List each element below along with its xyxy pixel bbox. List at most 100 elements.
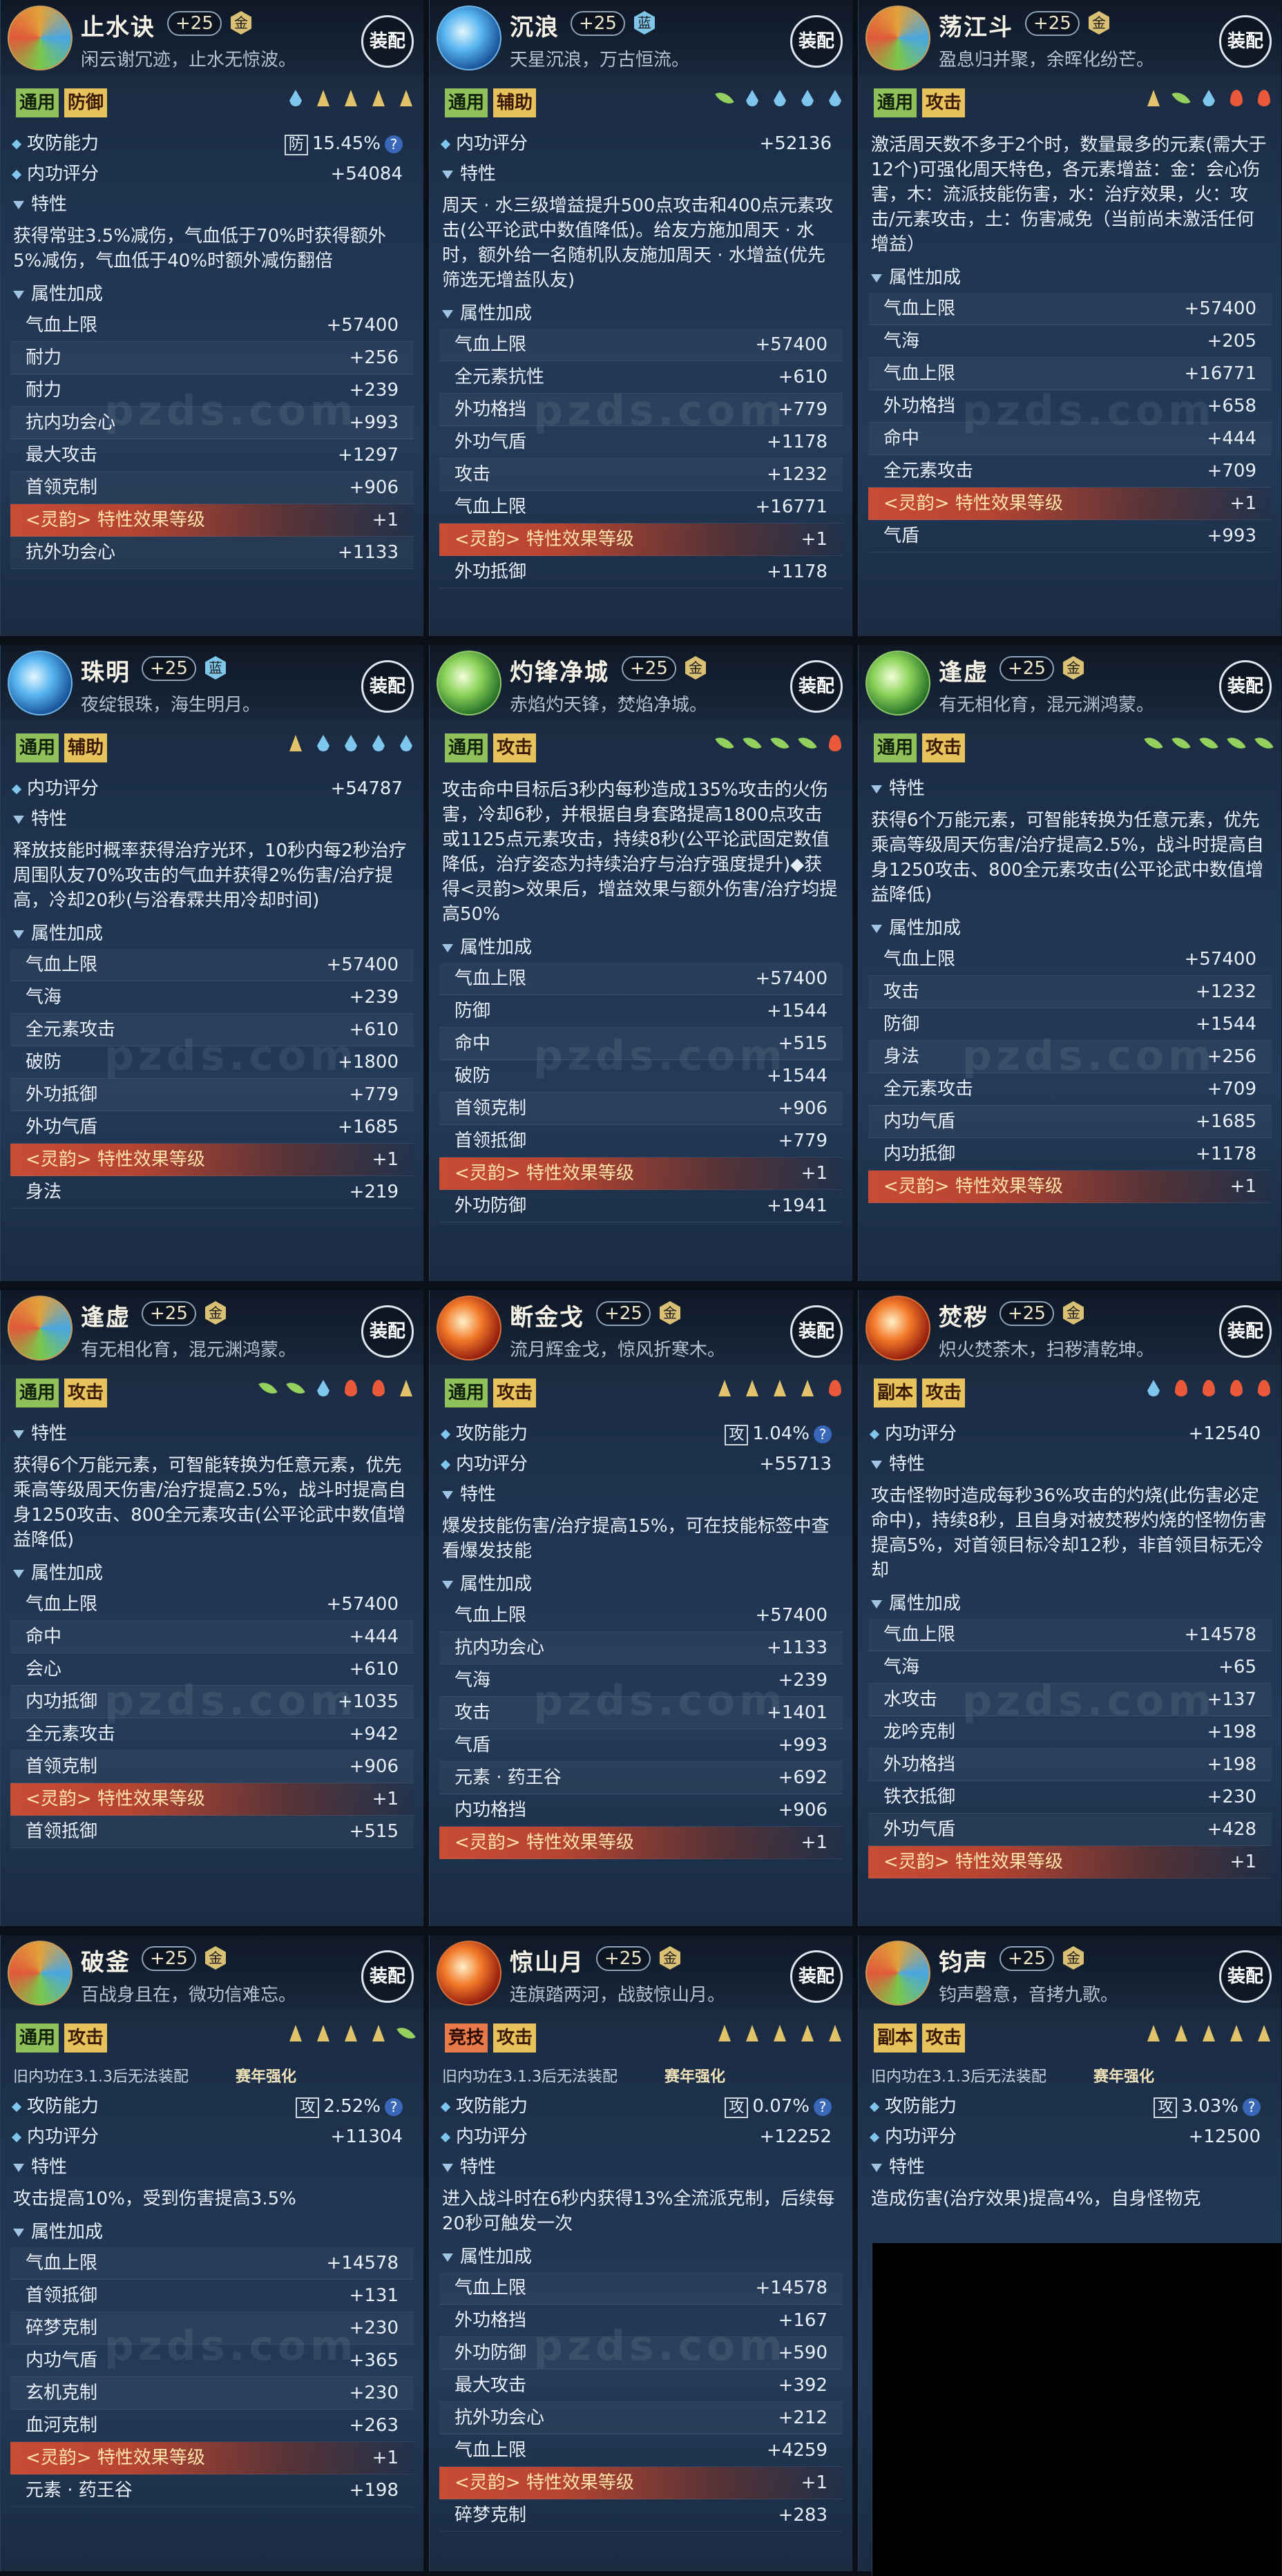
section-label: 内功评分: [885, 2126, 957, 2147]
section-row: 内功评分 +54084: [1, 159, 423, 189]
stat-value: +57400: [1184, 949, 1257, 970]
equip-button[interactable]: 装配: [790, 1950, 843, 2003]
section-value: +54787: [331, 773, 403, 804]
equip-button[interactable]: 装配: [361, 1305, 414, 1358]
level-badge: +25: [999, 1301, 1054, 1326]
section-label: 属性加成: [31, 284, 104, 305]
stat-name: 气血上限: [455, 334, 527, 355]
diamond-icon: [11, 2132, 22, 2142]
stat-value: +256: [349, 347, 399, 368]
tag-row: 竞技 攻击: [430, 2018, 852, 2057]
stat-name: 元素 · 药王谷: [455, 1767, 562, 1788]
stat-name: 外功抵御: [455, 561, 527, 582]
card-header: 灼锋净城 +25 金赤焰灼天锋，焚焰净城。 装配: [430, 645, 852, 720]
equip-button[interactable]: 装配: [1219, 660, 1272, 713]
skill-subtitle: 赤焰灼天锋，焚焰净城。: [510, 695, 708, 715]
stat-name: 气血上限: [883, 1624, 956, 1645]
help-icon[interactable]: ?: [385, 2098, 403, 2116]
grade-badge-icon: 金: [685, 656, 706, 680]
skill-card: 灼锋净城 +25 金赤焰灼天锋，焚焰净城。 装配 通用 攻击 攻击命中目标后3秒内每秒造成1…: [429, 645, 853, 1281]
section-value: +12252: [760, 2122, 832, 2152]
skill-emblem-icon: [437, 1296, 501, 1361]
help-icon[interactable]: ?: [814, 1425, 832, 1443]
skill-subtitle: 百战身且在，微功信难忘。: [81, 1985, 297, 2006]
equip-button[interactable]: 装配: [361, 660, 414, 713]
skill-emblem-icon: [437, 1941, 501, 2006]
stat-value: +1178: [767, 432, 827, 452]
equip-button[interactable]: 装配: [361, 1950, 414, 2003]
resonance-row: <灵韵> 特性效果等级 +1: [10, 504, 414, 537]
stat-value: +444: [349, 1626, 399, 1647]
collapse-arrow-icon: [442, 2253, 453, 2262]
collapse-arrow-icon: [442, 943, 453, 952]
stat-row: 元素 · 药王谷 +198: [10, 2474, 414, 2507]
stat-value: +779: [778, 1131, 827, 1151]
stat-name: 内功抵御: [883, 1144, 956, 1164]
equip-button[interactable]: 装配: [1219, 1950, 1272, 2003]
grade-badge-icon: 金: [1063, 1946, 1084, 1970]
equip-button[interactable]: 装配: [790, 660, 843, 713]
stat-value: +1: [1230, 1852, 1256, 1872]
section-row: 属性加成: [859, 913, 1281, 943]
stat-value: +1685: [1196, 1111, 1256, 1132]
stat-value: +1: [1230, 493, 1256, 514]
stat-row: 全元素攻击 +709: [868, 455, 1272, 488]
stat-value: +57400: [1184, 298, 1257, 319]
stat-row: 命中 +444: [10, 1621, 414, 1653]
earth-element-icon: [1258, 2025, 1270, 2041]
section-row: 攻防能力 攻 2.52%?: [1, 2091, 423, 2122]
help-icon[interactable]: ?: [385, 135, 403, 153]
help-icon[interactable]: ?: [1243, 2098, 1261, 2116]
notice-text: 旧内功在3.1.3后无法装配: [13, 2068, 189, 2086]
skill-subtitle: 有无相化育，混元渊鸿蒙。: [81, 1340, 297, 1361]
wood-element-icon: [770, 733, 790, 753]
card-content: 攻防能力 防 15.45%? 内功评分 +54084 特性 获得常驻3.5%减伤，气血低于7…: [1, 128, 423, 636]
equip-button[interactable]: 装配: [790, 15, 843, 68]
notice-text: 旧内功在3.1.3后无法装配: [442, 2068, 618, 2086]
stat-name: 铁衣抵御: [883, 1787, 956, 1807]
stat-name: <灵韵> 特性效果等级: [455, 529, 634, 550]
section-row: 特性: [859, 773, 1281, 804]
collapse-arrow-icon: [13, 200, 24, 209]
stat-row: 水攻击 +137: [868, 1684, 1272, 1716]
diamond-icon: [11, 169, 22, 180]
equip-button[interactable]: 装配: [1219, 1305, 1272, 1358]
earth-element-icon: [746, 1380, 758, 1396]
earth-element-icon: [345, 2025, 357, 2041]
category-tag: 防御: [64, 88, 108, 117]
value-text: +55713: [759, 1454, 832, 1474]
stat-value: +57400: [755, 334, 828, 355]
card-header: 止水诀 +25 金闲云谢冗迹，止水无惊波。 装配: [1, 0, 423, 75]
grade-badge-icon: 金: [660, 1946, 680, 1970]
section-row: 特性: [1, 1419, 423, 1449]
stat-name: 身法: [883, 1046, 920, 1067]
stat-value: +1401: [767, 1702, 827, 1723]
section-label: 内功评分: [456, 1454, 528, 1474]
value-text: 2.52%: [323, 2096, 381, 2117]
stat-name: 身法: [26, 1182, 62, 1202]
wood-element-icon: [798, 733, 817, 753]
stat-row: 外功抵御 +779: [10, 1079, 414, 1111]
stat-value: +392: [778, 2375, 827, 2396]
grade-badge-icon: 金: [205, 1301, 226, 1325]
section-row: 特性: [859, 2152, 1281, 2182]
earth-element-icon: [1203, 2025, 1215, 2041]
stat-row: 耐力 +256: [10, 342, 414, 374]
skill-emblem-icon: [8, 1296, 73, 1361]
stat-name: 抗外功会心: [26, 542, 116, 563]
wood-element-icon: [258, 1378, 278, 1398]
equip-button[interactable]: 装配: [790, 1305, 843, 1358]
tag-row: 通用 攻击: [1, 2018, 423, 2057]
stat-value: +1: [801, 529, 827, 550]
water-element-icon: [746, 90, 758, 106]
equip-button[interactable]: 装配: [1219, 15, 1272, 68]
section-row: 攻防能力 攻 3.03%?: [859, 2091, 1281, 2122]
equip-button[interactable]: 装配: [361, 15, 414, 68]
type-box: 攻: [725, 1425, 749, 1445]
help-icon[interactable]: ?: [814, 2098, 832, 2116]
section-label: 属性加成: [31, 1563, 104, 1584]
water-element-icon: [400, 735, 412, 751]
skill-subtitle: 炽火焚荼木，扫秽清乾坤。: [939, 1340, 1155, 1361]
category-tag: 辅助: [493, 88, 537, 117]
element-icons: [274, 735, 412, 762]
